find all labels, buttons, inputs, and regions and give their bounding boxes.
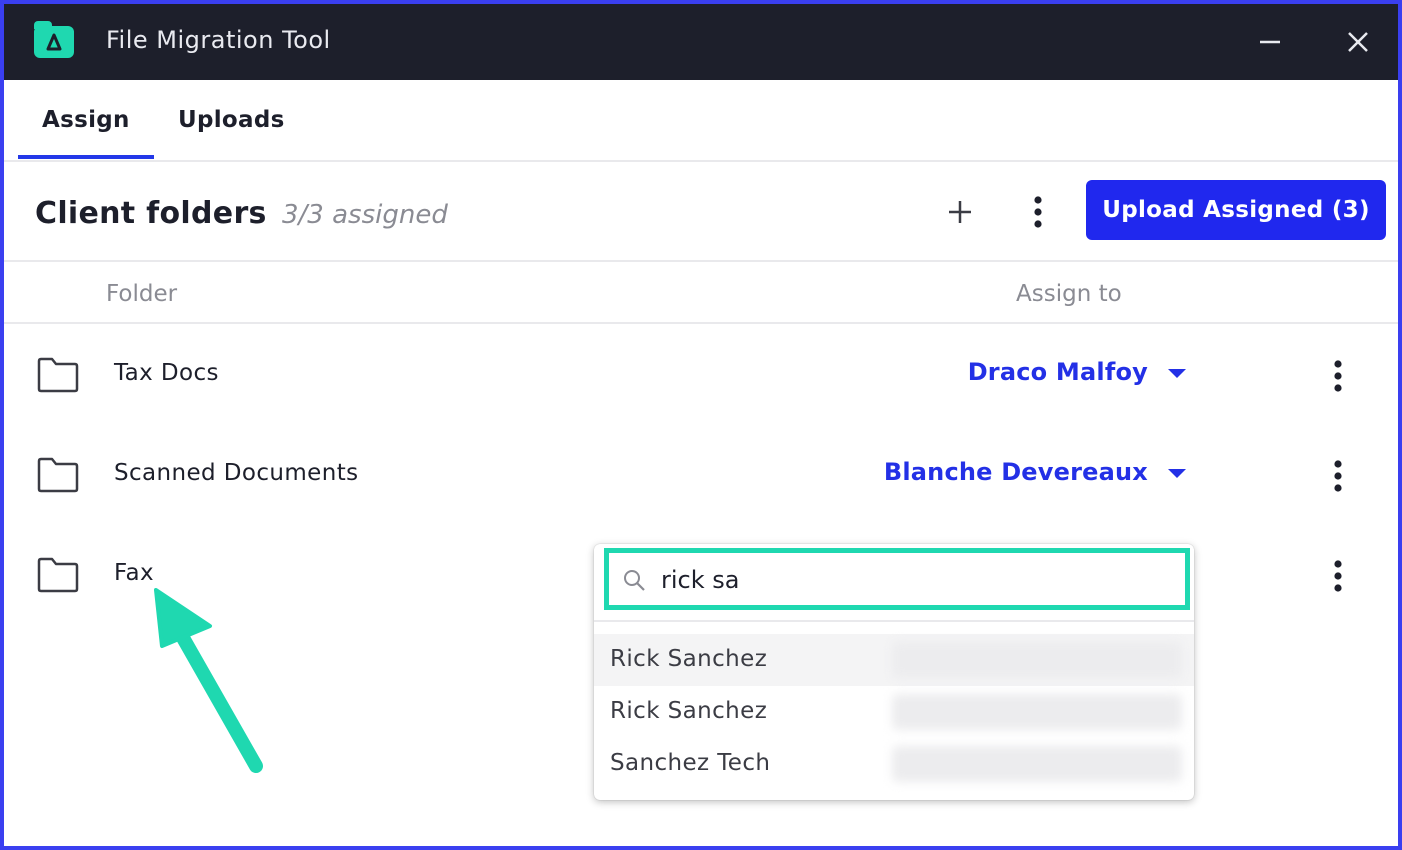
divider (594, 620, 1194, 622)
section-header: Client folders 3/3 assigned Upload Assig… (4, 162, 1398, 262)
add-folder-button[interactable] (940, 190, 980, 234)
row-more-button[interactable] (1324, 356, 1352, 396)
app-window: File Migration Tool Assign Uploads Clien… (4, 4, 1398, 846)
app-logo-icon (34, 21, 74, 58)
tab-bar: Assign Uploads (4, 80, 1398, 162)
option-label: Sanchez Tech (610, 750, 771, 776)
list-item[interactable]: Sanchez Tech (594, 738, 1194, 790)
folder-icon (37, 457, 79, 493)
table-row: Tax Docs Draco Malfoy (4, 324, 1398, 424)
assignee-dropdown[interactable]: Draco Malfoy (968, 358, 1186, 386)
assignee-name: Blanche Devereaux (883, 458, 1148, 486)
assignee-search-dropdown: Rick Sanchez Rick Sanchez Sanchez Tech (594, 544, 1194, 800)
more-vertical-icon (1334, 560, 1342, 592)
more-vertical-icon (1334, 460, 1342, 492)
column-header-assign-to: Assign to (1016, 281, 1122, 307)
assigned-count: 3/3 assigned (282, 200, 448, 230)
more-vertical-icon (1034, 196, 1042, 228)
tab-uploads[interactable]: Uploads (178, 107, 285, 133)
column-header-folder: Folder (106, 281, 178, 307)
search-icon (624, 570, 645, 591)
active-tab-indicator (18, 155, 154, 159)
minimize-button[interactable] (1250, 22, 1290, 62)
row-more-button[interactable] (1324, 556, 1352, 596)
table-header: Folder Assign to (4, 262, 1398, 324)
plus-icon (949, 201, 971, 223)
row-more-button[interactable] (1324, 456, 1352, 496)
upload-assigned-button[interactable]: Upload Assigned (3) (1086, 180, 1386, 240)
search-box (604, 548, 1190, 610)
table-row: Scanned Documents Blanche Devereaux (4, 424, 1398, 524)
redacted-email (892, 694, 1182, 730)
folder-icon (37, 557, 79, 593)
tab-assign[interactable]: Assign (42, 107, 130, 133)
close-button[interactable] (1338, 22, 1378, 62)
folder-name: Scanned Documents (114, 460, 359, 486)
minimize-icon (1260, 40, 1280, 44)
close-icon (1348, 32, 1368, 52)
assignee-dropdown[interactable]: Blanche Devereaux (884, 458, 1186, 486)
search-input[interactable] (661, 561, 1161, 599)
header-more-button[interactable] (1024, 190, 1052, 234)
option-label: Rick Sanchez (610, 646, 768, 672)
list-item[interactable]: Rick Sanchez (594, 686, 1194, 738)
more-vertical-icon (1334, 360, 1342, 392)
option-label: Rick Sanchez (610, 698, 768, 724)
app-title: File Migration Tool (106, 26, 331, 54)
page-title: Client folders (35, 196, 267, 231)
redacted-email (892, 746, 1182, 782)
redacted-email (892, 642, 1182, 678)
folder-icon (37, 357, 79, 393)
list-item[interactable]: Rick Sanchez (594, 634, 1194, 686)
title-bar: File Migration Tool (4, 4, 1398, 80)
folder-name: Tax Docs (114, 360, 219, 386)
caret-down-icon (1168, 368, 1186, 378)
caret-down-icon (1168, 468, 1186, 478)
annotation-arrow-icon (154, 588, 263, 773)
assignee-name: Draco Malfoy (967, 358, 1148, 386)
